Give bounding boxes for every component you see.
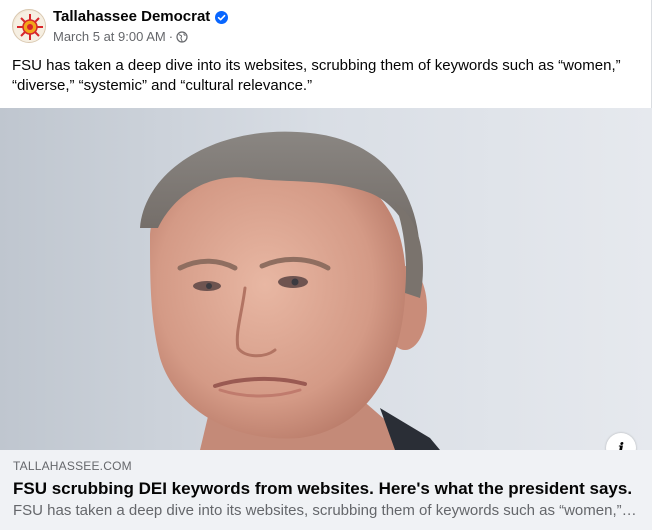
facebook-post: Tallahassee Democrat March 5 at 9:00 AM …	[0, 0, 652, 530]
portrait-photo-image	[0, 108, 652, 450]
link-preview-card[interactable]: TALLAHASSEE.COM FSU scrubbing DEI keywor…	[0, 450, 652, 530]
post-caption: FSU has taken a deep dive into its websi…	[12, 57, 621, 94]
sun-logo-icon	[14, 11, 45, 42]
link-headline[interactable]: FSU scrubbing DEI keywords from websites…	[13, 478, 643, 500]
page-name[interactable]: Tallahassee Democrat	[53, 8, 210, 26]
page-name-row: Tallahassee Democrat	[53, 8, 229, 26]
meta-separator: ·	[168, 29, 174, 44]
link-description: FSU has taken a deep dive into its websi…	[13, 502, 638, 519]
page-avatar[interactable]	[12, 9, 46, 43]
link-domain: TALLAHASSEE.COM	[13, 459, 132, 473]
verified-badge-icon	[215, 10, 229, 24]
post-meta: March 5 at 9:00 AM ·	[53, 29, 188, 45]
post-photo[interactable]	[0, 108, 652, 450]
post-timestamp[interactable]: March 5 at 9:00 AM	[53, 29, 166, 45]
globe-icon[interactable]	[176, 31, 188, 43]
post-header: Tallahassee Democrat March 5 at 9:00 AM …	[12, 6, 612, 46]
